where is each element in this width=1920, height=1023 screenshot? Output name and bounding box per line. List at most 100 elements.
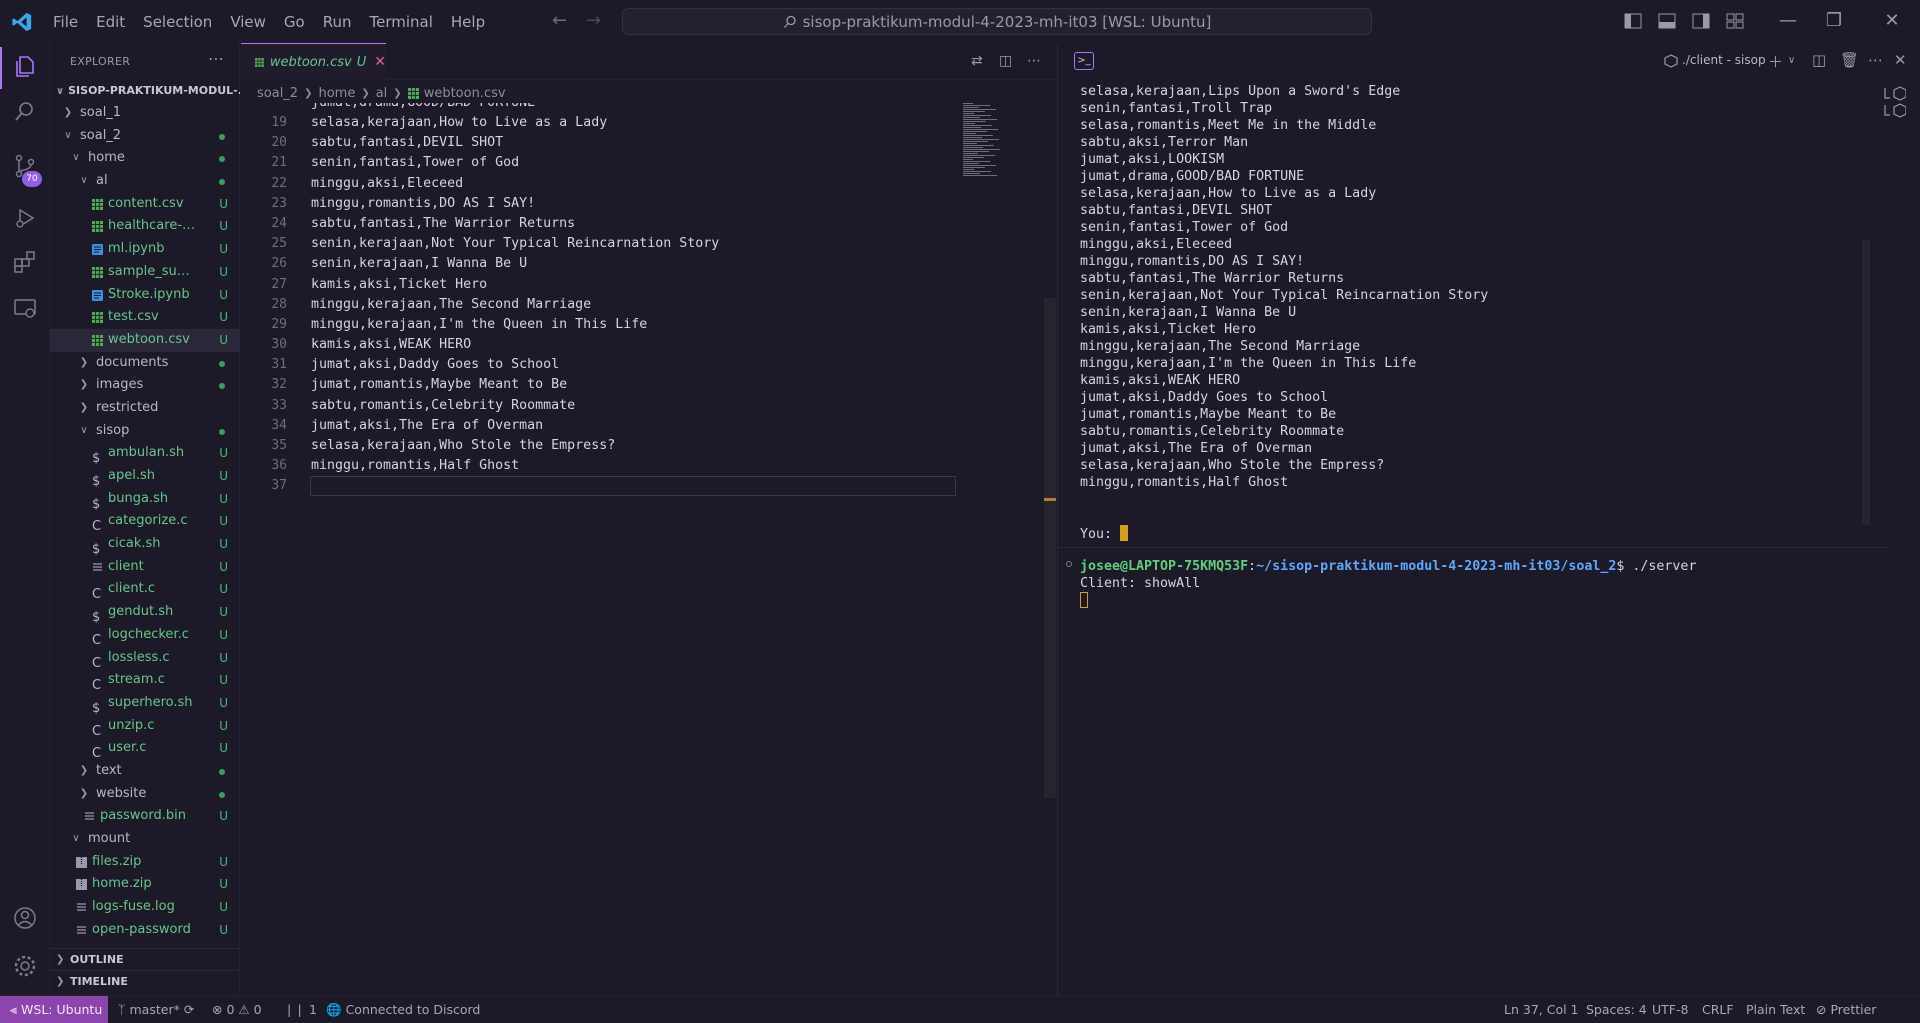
menu-help[interactable]: Help: [442, 13, 494, 31]
restore-icon[interactable]: ❐: [1822, 10, 1846, 31]
discord-status[interactable]: 🌐 Connected to Discord: [326, 996, 480, 1023]
tree-file[interactable]: files.zip U: [50, 851, 240, 874]
menu-selection[interactable]: Selection: [134, 13, 221, 31]
breadcrumb-item[interactable]: home: [318, 86, 355, 101]
chevron-down-icon[interactable]: ∨: [1788, 55, 1795, 66]
timeline-section-header[interactable]: ❯ TIMELINE: [50, 970, 240, 992]
tree-file[interactable]: $ gendut.sh U: [50, 601, 240, 625]
workspace-folder-header[interactable]: ∨ SISOP-PRAKTIKUM-MODUL-...: [50, 80, 240, 102]
menu-terminal[interactable]: Terminal: [361, 13, 442, 31]
tree-file[interactable]: Clossless.c U: [50, 647, 240, 671]
remote-explorer-icon[interactable]: [12, 295, 38, 321]
account-icon[interactable]: [12, 905, 38, 931]
language-mode[interactable]: Plain Text: [1746, 996, 1805, 1023]
tree-file[interactable]: logs-fuse.log U: [50, 896, 240, 919]
split-editor-icon[interactable]: ◫: [999, 53, 1012, 69]
tree-folder[interactable]: ❯ text: [50, 760, 240, 783]
tree-file[interactable]: ml.ipynb U: [50, 238, 240, 261]
menu-go[interactable]: Go: [275, 13, 314, 31]
menu-file[interactable]: File: [44, 13, 87, 31]
more-actions-icon[interactable]: ⋯: [208, 49, 224, 68]
editor-scrollbar[interactable]: [1044, 298, 1056, 798]
tree-folder[interactable]: ❯ documents: [50, 352, 240, 375]
tree-folder[interactable]: ❯ soal_1: [50, 102, 240, 125]
kill-terminal-trash-icon[interactable]: 🗑: [1840, 51, 1859, 69]
close-panel-icon[interactable]: ✕: [1894, 51, 1907, 69]
command-center[interactable]: sisop-praktikum-modul-4-2023-mh-it03 [WS…: [622, 8, 1372, 35]
tree-file[interactable]: Cclient.c U: [50, 578, 240, 602]
tree-folder[interactable]: ∨ mount: [50, 828, 240, 851]
tree-file[interactable]: Cuser.c U: [50, 737, 240, 761]
tree-file[interactable]: $ superhero.sh U: [50, 692, 240, 716]
tree-file[interactable]: sample_submi... U: [50, 261, 240, 284]
tree-folder[interactable]: ∨ home: [50, 147, 240, 170]
terminal-server-pane[interactable]: josee@LAPTOP-75KMQ53F:~/sisop-praktikum-…: [1058, 547, 1888, 987]
more-actions-icon[interactable]: ⋯: [1027, 53, 1041, 69]
code-editor[interactable]: jumat,drama,GOOD/BAD FORTUNE 19 selasa,ker…: [241, 103, 1057, 497]
tree-file[interactable]: Ccategorize.c U: [50, 510, 240, 534]
breadcrumb-item[interactable]: al: [376, 86, 388, 101]
toggle-sidebar-icon[interactable]: [1624, 12, 1642, 30]
indentation[interactable]: Spaces: 4: [1586, 996, 1647, 1023]
ports-indicator[interactable]: ❘❘ 1: [284, 996, 317, 1023]
encoding[interactable]: UTF-8: [1652, 996, 1688, 1023]
tab-webtoon-csv[interactable]: webtoon.csv U ✕: [241, 43, 386, 80]
terminal-name[interactable]: ./client - sisop: [1682, 53, 1766, 67]
back-arrow-icon[interactable]: ←: [552, 10, 567, 31]
split-terminal-icon[interactable]: ◫: [1812, 51, 1826, 69]
tree-file[interactable]: healthcare-dat... U: [50, 215, 240, 238]
tree-file[interactable]: $ bunga.sh U: [50, 488, 240, 512]
settings-gear-icon[interactable]: [12, 953, 38, 979]
git-branch[interactable]: ᛉ master* ⟳: [118, 996, 194, 1023]
tree-file[interactable]: home.zip U: [50, 873, 240, 896]
tree-folder[interactable]: ∨ soal_2: [50, 125, 240, 148]
tree-file[interactable]: Cstream.c U: [50, 669, 240, 693]
terminal-icon[interactable]: >_: [1074, 52, 1094, 70]
close-tab-icon[interactable]: ✕: [374, 54, 386, 70]
close-window-icon[interactable]: ✕: [1880, 10, 1904, 31]
problems-indicator[interactable]: ⊗ 0 ⚠ 0: [212, 996, 262, 1023]
line-endings[interactable]: CRLF: [1702, 996, 1734, 1023]
tree-file[interactable]: password.bin U: [50, 805, 240, 828]
cursor-position[interactable]: Ln 37, Col 1: [1504, 996, 1579, 1023]
tree-folder[interactable]: ❯ restricted: [50, 397, 240, 420]
menu-run[interactable]: Run: [314, 13, 361, 31]
tree-file[interactable]: open-password U: [50, 919, 240, 942]
toggle-secondary-sidebar-icon[interactable]: [1692, 12, 1710, 30]
tree-folder[interactable]: ∨ sisop: [50, 420, 240, 443]
run-debug-icon[interactable]: [12, 205, 38, 231]
customize-layout-icon[interactable]: [1726, 12, 1744, 30]
terminal-client-pane[interactable]: selasa,kerajaan,Lips Upon a Sword's Edge…: [1058, 80, 1888, 573]
formatter-status[interactable]: ⊘ Prettier: [1816, 996, 1876, 1023]
forward-arrow-icon[interactable]: →: [586, 10, 601, 31]
tree-folder[interactable]: ❯ website: [50, 783, 240, 806]
open-changes-icon[interactable]: ⇄: [971, 53, 983, 69]
tree-file[interactable]: webtoon.csv U: [50, 328, 240, 352]
tree-file[interactable]: Clogchecker.c U: [50, 624, 240, 648]
explorer-icon[interactable]: [12, 53, 38, 79]
minimize-icon[interactable]: —: [1776, 10, 1800, 31]
remote-indicator[interactable]: ⫷ WSL: Ubuntu: [0, 996, 108, 1023]
tree-file[interactable]: Stroke.ipynb U: [50, 284, 240, 307]
tree-file[interactable]: $ apel.sh U: [50, 465, 240, 489]
breadcrumb-item[interactable]: webtoon.csv: [424, 86, 506, 101]
minimap[interactable]: [961, 103, 1011, 183]
tree-file[interactable]: client U: [50, 556, 240, 579]
tree-file[interactable]: $ ambulan.sh U: [50, 442, 240, 466]
outline-section-header[interactable]: ❯ OUTLINE: [50, 948, 240, 970]
terminal-tabs-list[interactable]: [1882, 85, 1906, 125]
tree-file[interactable]: content.csv U: [50, 193, 240, 216]
search-icon[interactable]: [12, 99, 38, 125]
terminal-scrollbar[interactable]: [1862, 240, 1870, 525]
more-actions-icon[interactable]: ⋯: [1868, 51, 1883, 69]
menu-view[interactable]: View: [221, 13, 275, 31]
extensions-icon[interactable]: [12, 249, 38, 275]
tree-file[interactable]: $ cicak.sh U: [50, 533, 240, 557]
new-terminal-icon[interactable]: ＋: [1768, 51, 1783, 72]
tree-folder[interactable]: ∨ al: [50, 170, 240, 193]
breadcrumb-item[interactable]: soal_2: [257, 86, 298, 101]
toggle-panel-icon[interactable]: [1658, 12, 1676, 30]
menu-edit[interactable]: Edit: [87, 13, 134, 31]
tree-folder[interactable]: ❯ images: [50, 374, 240, 397]
tree-file[interactable]: test.csv U: [50, 306, 240, 329]
